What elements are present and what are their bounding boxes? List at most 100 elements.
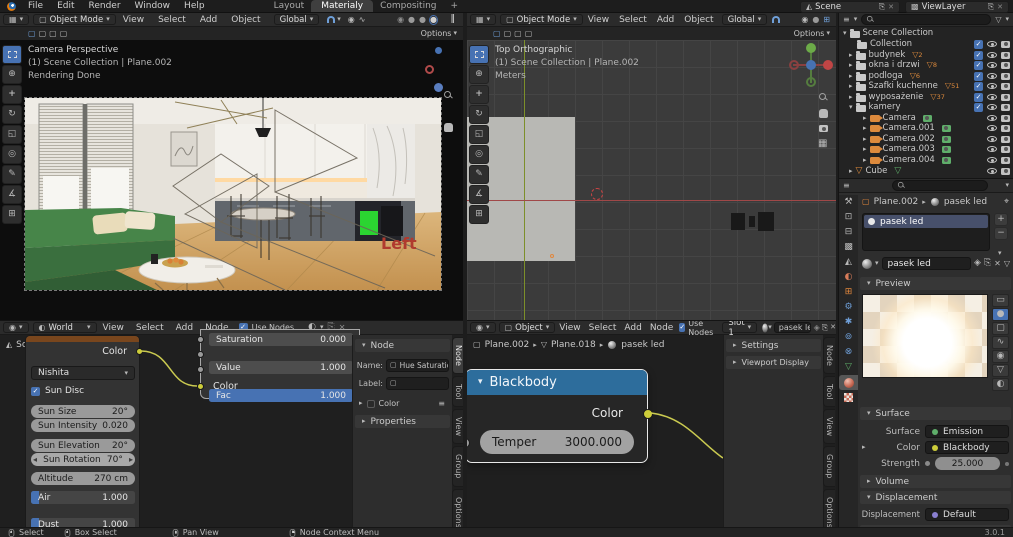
outliner-row-camera-001[interactable]: Camera.001 <box>839 123 1013 133</box>
display-mode-dropdown[interactable] <box>854 16 858 23</box>
sun-intensity-field[interactable]: Sun Intensity0.020 <box>31 419 135 432</box>
snap-magnet-icon[interactable] <box>772 16 780 23</box>
expand-icon[interactable] <box>849 62 853 69</box>
collection-checkbox[interactable] <box>974 82 983 91</box>
hide-viewport-icon[interactable] <box>987 115 997 121</box>
outliner-row-kamery[interactable]: kamery <box>839 102 1013 112</box>
add-slot-button[interactable] <box>994 213 1008 226</box>
disable-render-icon[interactable] <box>1001 52 1010 59</box>
menu-add[interactable]: Add <box>620 323 645 333</box>
hide-viewport-icon[interactable] <box>987 62 997 68</box>
shader-editor-world[interactable]: World View Select Add Node Use Nodes Sce… <box>0 320 463 527</box>
tab-object[interactable] <box>839 285 858 300</box>
disable-render-icon[interactable] <box>1001 104 1010 111</box>
select-box-tool[interactable] <box>2 45 22 64</box>
select-new-icon[interactable] <box>39 30 47 38</box>
preview-hair-button[interactable] <box>992 336 1009 349</box>
collection-checkbox[interactable] <box>974 61 983 70</box>
expand-color-icon[interactable] <box>862 444 866 451</box>
hide-viewport-icon[interactable] <box>987 94 997 100</box>
settings-section-header[interactable]: Settings <box>726 339 821 352</box>
saturation-field[interactable]: Saturation0.000 <box>209 333 353 346</box>
tab-particles[interactable] <box>839 315 858 330</box>
collapse-node-icon[interactable] <box>478 378 483 387</box>
navigation-gizmo[interactable] <box>789 43 833 87</box>
pan-hand-icon[interactable] <box>819 109 828 118</box>
expand-icon[interactable] <box>849 94 853 101</box>
node-header[interactable] <box>26 336 139 342</box>
preview-shaderball-button[interactable] <box>992 350 1009 363</box>
altitude-field[interactable]: Altitude270 cm <box>31 472 135 485</box>
unlink-scene-icon[interactable] <box>888 4 894 11</box>
hide-viewport-icon[interactable] <box>987 168 997 174</box>
outliner-row-szafki-kuchenne[interactable]: Szafki kuchenne 51 <box>839 81 1013 91</box>
disable-render-icon[interactable] <box>1001 146 1010 153</box>
editor-type-dropdown[interactable] <box>3 322 29 333</box>
editor-type-dropdown[interactable] <box>470 14 496 25</box>
hide-viewport-icon[interactable] <box>987 41 997 47</box>
collection-checkbox[interactable] <box>974 103 983 112</box>
menu-add[interactable]: Add <box>652 15 679 25</box>
outliner-row-budynek[interactable]: budynek 2 <box>839 50 1013 60</box>
select-subtract-icon[interactable] <box>525 30 533 38</box>
axis-y-neg-handle[interactable] <box>806 77 816 87</box>
disable-render-icon[interactable] <box>1001 168 1010 175</box>
menu-view[interactable]: View <box>583 15 614 25</box>
zoom-icon[interactable] <box>444 91 453 100</box>
scale-tool[interactable] <box>469 125 489 144</box>
slot-dropdown[interactable]: Slot 1 <box>722 322 757 333</box>
tab-modifiers[interactable] <box>839 300 858 315</box>
hide-viewport-icon[interactable] <box>987 125 997 131</box>
sky-texture-node[interactable]: Color Nishita Sun Disc Sun Size20° Sun I… <box>25 335 140 527</box>
mode-dropdown[interactable]: Object Mode <box>500 14 583 25</box>
remove-viewlayer-icon[interactable] <box>997 4 1003 11</box>
move-tool[interactable] <box>469 85 489 104</box>
camera-frame[interactable]: Left <box>25 98 441 290</box>
menu-object[interactable]: Object <box>224 15 267 25</box>
falloff-icon[interactable] <box>359 16 366 24</box>
tab-view-layer[interactable] <box>839 240 858 255</box>
outliner-row-scene-collection[interactable]: Scene Collection <box>839 28 1013 38</box>
material-name-field[interactable]: pasek led <box>882 257 972 270</box>
hide-viewport-icon[interactable] <box>987 146 997 152</box>
tab-material[interactable] <box>839 375 858 390</box>
menu-view[interactable]: View <box>555 323 584 333</box>
menu-add[interactable]: Add <box>170 323 199 333</box>
collection-checkbox[interactable] <box>974 51 983 60</box>
strength-slider[interactable]: 25.000 <box>935 457 1000 470</box>
zoom-icon[interactable] <box>819 93 828 102</box>
grid-toggle-icon[interactable] <box>818 139 827 149</box>
breadcrumb-material[interactable]: pasek led <box>944 197 987 207</box>
collection-checkbox[interactable] <box>974 93 983 102</box>
disable-render-icon[interactable] <box>1001 125 1010 132</box>
dust-field[interactable]: Dust1.000 <box>31 518 135 527</box>
menu-object[interactable]: Object <box>679 15 718 25</box>
cursor-tool[interactable] <box>469 65 489 84</box>
add-cube-tool[interactable] <box>2 205 22 224</box>
tab-output[interactable] <box>839 225 858 240</box>
fake-user-icon[interactable] <box>814 324 820 332</box>
sun-rotation-field[interactable]: Sun Rotation 70° <box>31 453 135 466</box>
disable-render-icon[interactable] <box>1001 136 1010 143</box>
outliner-row-camera[interactable]: Camera <box>839 113 1013 123</box>
add-cube-tool[interactable] <box>469 205 489 224</box>
disable-render-icon[interactable] <box>1001 62 1010 69</box>
preview-world-button[interactable] <box>992 378 1009 391</box>
tab-tool[interactable]: Tool <box>452 376 463 408</box>
blackbody-node[interactable]: Blackbody Color Temper 3000.000 <box>467 369 648 463</box>
tweak-option-icon[interactable] <box>493 30 501 38</box>
tab-group[interactable]: Group <box>823 446 835 486</box>
outliner-row-camera-004[interactable]: Camera.004 <box>839 155 1013 165</box>
rendered-shading-icon[interactable] <box>430 16 437 24</box>
select-new-icon[interactable] <box>504 30 512 38</box>
filter-dropdown-icon[interactable] <box>1005 16 1009 23</box>
menu-select[interactable]: Select <box>130 323 170 333</box>
temperature-field[interactable]: Temper 3000.000 <box>480 430 634 454</box>
pin-icon[interactable] <box>1004 198 1009 207</box>
menu-file[interactable]: File <box>21 1 50 11</box>
color-value-button[interactable]: Blackbody <box>925 441 1009 454</box>
tab-scene[interactable] <box>839 255 858 270</box>
editor-type-dropdown[interactable] <box>470 322 496 333</box>
outliner-row-camera-002[interactable]: Camera.002 <box>839 134 1013 144</box>
outliner-row-cube[interactable]: Cube <box>839 166 1013 176</box>
